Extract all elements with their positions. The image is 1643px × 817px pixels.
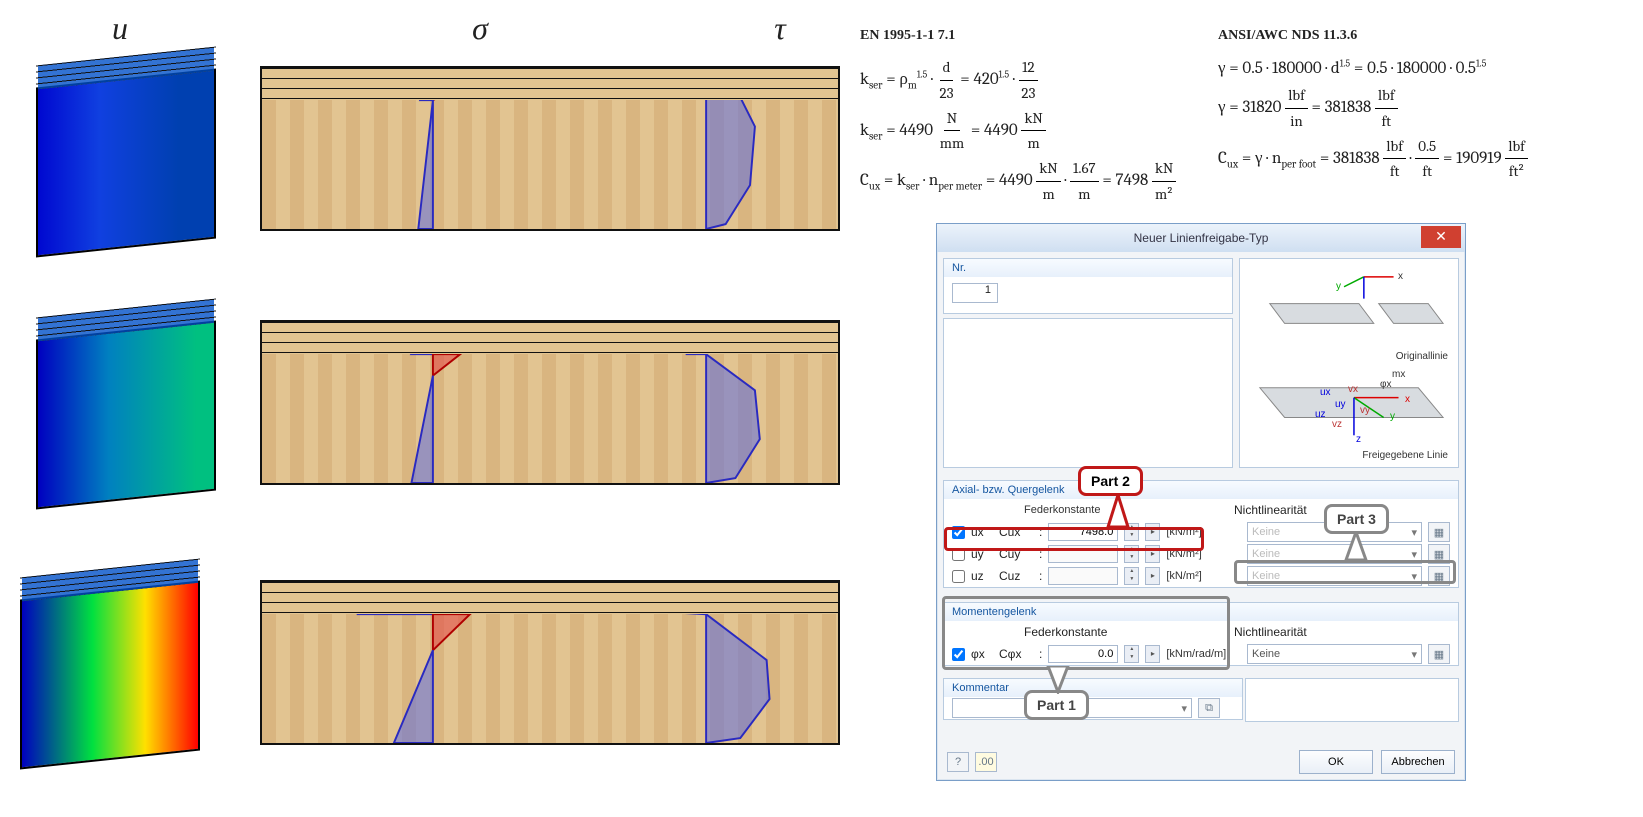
fem-u-case3 (20, 581, 200, 770)
axial-feder-header: Federkonstante (1024, 504, 1100, 516)
col-header-sigma: σ (390, 10, 570, 47)
units-icon[interactable]: .00 (975, 752, 997, 772)
mom-feder-header: Federkonstante (1024, 625, 1107, 639)
mom-nonlin-header: Nichtlinearität (1234, 625, 1450, 639)
uz-checkbox[interactable] (952, 570, 965, 583)
row-uz: uz Cuz: ▲▼ ▸ [kN/m²] Keine ▦ (944, 565, 1458, 587)
fem-u-case1 (36, 69, 216, 258)
comment-caption: Kommentar (944, 679, 1242, 697)
en-title: EN 1995-1-1 7.1 (860, 24, 1200, 47)
ux-checkbox[interactable] (952, 526, 965, 539)
axial-caption: Axial- bzw. Quergelenk (944, 481, 1458, 499)
callout-part2: Part 2 (1078, 466, 1143, 496)
callout-part3: Part 3 (1324, 504, 1389, 534)
uz-nonlinearity-select: Keine (1247, 566, 1422, 586)
cuy-input (1048, 545, 1118, 563)
phix-nonlin-edit-icon[interactable]: ▦ (1428, 644, 1450, 664)
cuz-input (1048, 567, 1118, 585)
section-case2 (260, 320, 840, 485)
ux-nonlin-edit-icon[interactable]: ▦ (1428, 522, 1450, 542)
equations-en: EN 1995-1-1 7.1 kser = ρm1.5 · d23 = 420… (860, 24, 1200, 207)
phix-nonlinearity-select[interactable]: Keine (1247, 644, 1422, 664)
comment-pick-icon[interactable]: ⧉ (1198, 698, 1220, 718)
close-icon[interactable]: ✕ (1421, 226, 1461, 248)
cphix-spinner[interactable]: ▲▼ (1124, 645, 1139, 663)
uz-nonlin-edit-icon: ▦ (1428, 566, 1450, 586)
uy-nonlin-edit-icon: ▦ (1428, 544, 1450, 564)
line-release-dialog: Neuer Linienfreigabe-Typ ✕ Nr. 1 x y Ori… (936, 223, 1466, 781)
row-phix: φx Cφx: ▲▼ ▸ [kNm/rad/m] Keine ▦ (944, 643, 1458, 665)
col-header-u: u (30, 10, 210, 47)
equations-nds: ANSI/AWC NDS 11.3.6 γ = 0.5 · 180000 · d… (1218, 24, 1638, 184)
nr-caption: Nr. (944, 259, 1232, 277)
cphix-input[interactable] (1048, 645, 1118, 663)
ok-button[interactable]: OK (1299, 750, 1373, 774)
cuz-spinner: ▲▼ (1124, 567, 1139, 585)
section-case3 (260, 580, 840, 745)
dialog-title: Neuer Linienfreigabe-Typ (1134, 231, 1269, 245)
section-case1 (260, 66, 840, 231)
uy-nonlinearity-select: Keine (1247, 544, 1422, 564)
axis-diagram: x y Originallinie Freigegebene Linie ux … (1239, 258, 1459, 468)
dialog-titlebar[interactable]: Neuer Linienfreigabe-Typ ✕ (937, 224, 1465, 252)
cuy-spinner: ▲▼ (1124, 545, 1139, 563)
phix-checkbox[interactable] (952, 648, 965, 661)
nr-value: 1 (952, 283, 998, 303)
cancel-button[interactable]: Abbrechen (1381, 750, 1455, 774)
cuy-picker: ▸ (1145, 545, 1160, 563)
cuz-picker: ▸ (1145, 567, 1160, 585)
fem-u-case2 (36, 321, 216, 510)
moment-caption: Momentengelenk (944, 603, 1458, 621)
callout-part1: Part 1 (1024, 690, 1089, 720)
col-header-tau: τ (690, 10, 870, 47)
row-uy: uy Cuy: ▲▼ ▸ [kN/m²] Keine ▦ (944, 543, 1458, 565)
uy-checkbox[interactable] (952, 548, 965, 561)
cux-picker[interactable]: ▸ (1145, 523, 1160, 541)
nds-title: ANSI/AWC NDS 11.3.6 (1218, 24, 1638, 47)
help-icon[interactable]: ? (947, 752, 969, 772)
cphix-picker[interactable]: ▸ (1145, 645, 1160, 663)
